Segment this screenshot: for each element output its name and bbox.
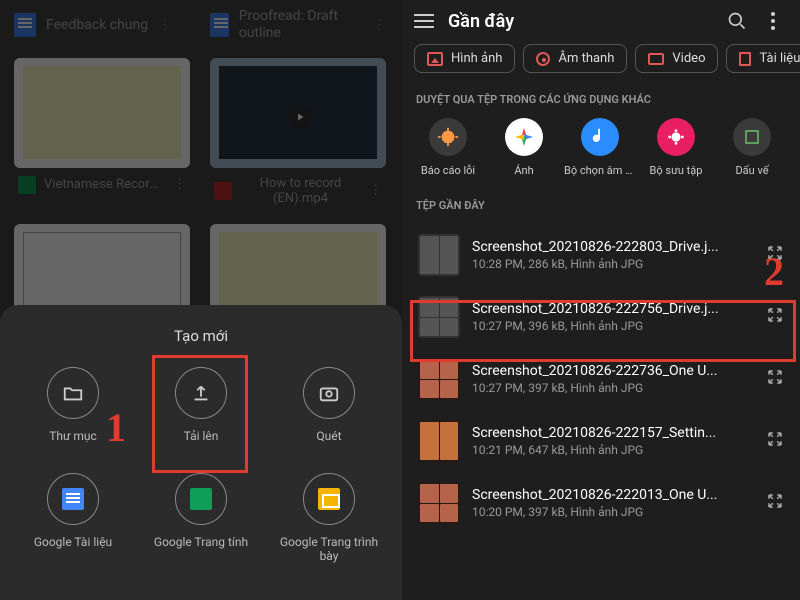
photos-icon [505,118,543,156]
drive-panel: Feedback chung ⋮ Proofread: Draft outlin… [0,0,402,600]
chip-video[interactable]: Video [635,44,718,73]
chip-images[interactable]: Hình ảnh [414,44,515,73]
file-name: Vietnamese Recording Proj... [44,177,165,192]
more-icon[interactable]: ⋮ [158,17,172,33]
app-bugreport[interactable]: Báo cáo lỗi [412,118,484,177]
list-item[interactable]: Screenshot_20210826-222157_Settin... 10:… [406,410,796,472]
file-list: Screenshot_20210826-222803_Drive.j... 10… [402,224,800,534]
file-thumbnail [418,420,460,462]
app-row: Báo cáo lỗi Ảnh Bộ chọn âm tha... Bộ sưu… [402,118,800,193]
list-item[interactable]: Screenshot_20210826-222803_Drive.j... 10… [406,224,796,286]
google-sheets-button[interactable]: Google Trang tính [154,473,248,563]
list-item[interactable]: Screenshot_20210826-222756_Drive.j... 10… [406,286,796,348]
expand-icon[interactable] [766,368,784,390]
slides-icon [303,473,355,525]
video-icon [648,53,664,65]
chip-documents[interactable]: Tài liệu [726,44,800,73]
scan-button[interactable]: Quét [303,367,355,443]
upload-button[interactable]: Tải lên [175,367,227,443]
file-picker-panel: Gần đây Hình ảnh Âm thanh Video Tài liệu… [402,0,800,600]
file-card: How to record (EN).mp4 ⋮ [210,58,386,214]
gallery-icon [657,118,695,156]
list-item[interactable]: Screenshot_20210826-222013_One U... 10:2… [406,472,796,534]
docs-icon [210,13,229,37]
image-icon [427,52,443,66]
list-item[interactable]: Screenshot_20210826-222736_One U... 10:2… [406,348,796,410]
file-name: Screenshot_20210826-222736_One U... [472,363,754,379]
file-name: How to record (EN).mp4 [240,176,361,206]
document-icon [739,52,751,66]
file-meta: 10:27 PM, 397 kB, Hình ảnh JPG [472,381,754,395]
more-icon[interactable]: ⋮ [369,183,382,198]
file-name: Proofread: Draft outline [239,8,362,42]
app-photos[interactable]: Ảnh [488,118,560,177]
menu-icon[interactable] [414,14,434,28]
recent-label: TỆP GẦN ĐÂY [402,193,800,224]
browse-label: DUYỆT QUA TỆP TRONG CÁC ỨNG DỤNG KHÁC [402,87,800,118]
create-new-sheet: Tạo mới Thư mục Tải lên Quét [0,305,402,600]
expand-icon[interactable] [766,306,784,328]
sheet-title: Tạo mới [14,327,388,345]
app-gallery[interactable]: Bộ sưu tập [640,118,712,177]
bug-icon [429,118,467,156]
file-item[interactable]: Proofread: Draft outline ⋮ [210,8,386,42]
docs-icon [47,473,99,525]
more-icon[interactable]: ⋮ [173,177,186,192]
file-card: Vietnamese Recording Proj... ⋮ [14,58,190,214]
file-name: Screenshot_20210826-222157_Settin... [472,425,754,441]
dimmed-background: Feedback chung ⋮ Proofread: Draft outlin… [0,0,402,334]
chip-audio[interactable]: Âm thanh [523,44,627,73]
trace-icon [733,118,771,156]
file-name: Screenshot_20210826-222013_One U... [472,487,754,503]
folder-button[interactable]: Thư mục [47,367,99,443]
file-item[interactable]: Feedback chung ⋮ [14,8,190,42]
file-meta: 10:27 PM, 396 kB, Hình ảnh JPG [472,319,754,333]
upload-icon [175,367,227,419]
file-meta: 10:28 PM, 286 kB, Hình ảnh JPG [472,257,754,271]
app-trace[interactable]: Dấu vế [716,118,788,177]
file-thumbnail [418,234,460,276]
file-name: Screenshot_20210826-222756_Drive.j... [472,301,754,317]
page-title: Gần đây [448,11,712,32]
play-icon [288,105,312,129]
music-icon [581,118,619,156]
video-icon [214,182,232,200]
camera-icon [303,367,355,419]
file-name: Feedback chung [46,17,148,33]
more-icon[interactable]: ⋮ [372,17,386,33]
google-slides-button[interactable]: Google Trang trình bày [270,473,388,563]
audio-icon [536,52,550,66]
app-soundpicker[interactable]: Bộ chọn âm tha... [564,118,636,177]
expand-icon[interactable] [766,430,784,452]
docs-icon [14,13,36,37]
sheets-icon [18,176,36,194]
file-thumbnail [418,358,460,400]
file-meta: 10:20 PM, 397 kB, Hình ảnh JPG [472,505,754,519]
google-docs-button[interactable]: Google Tài liệu [34,473,112,563]
file-thumbnail [418,296,460,338]
filter-chips: Hình ảnh Âm thanh Video Tài liệu [402,38,800,87]
file-thumbnail [418,482,460,524]
more-icon[interactable] [762,10,784,32]
expand-icon[interactable] [766,244,784,266]
file-meta: 10:21 PM, 647 kB, Hình ảnh JPG [472,443,754,457]
file-name: Screenshot_20210826-222803_Drive.j... [472,239,754,255]
file-thumbnail[interactable] [210,58,386,168]
search-icon[interactable] [726,10,748,32]
sheets-icon [175,473,227,525]
file-thumbnail[interactable] [14,58,190,168]
expand-icon[interactable] [766,492,784,514]
folder-icon [47,367,99,419]
